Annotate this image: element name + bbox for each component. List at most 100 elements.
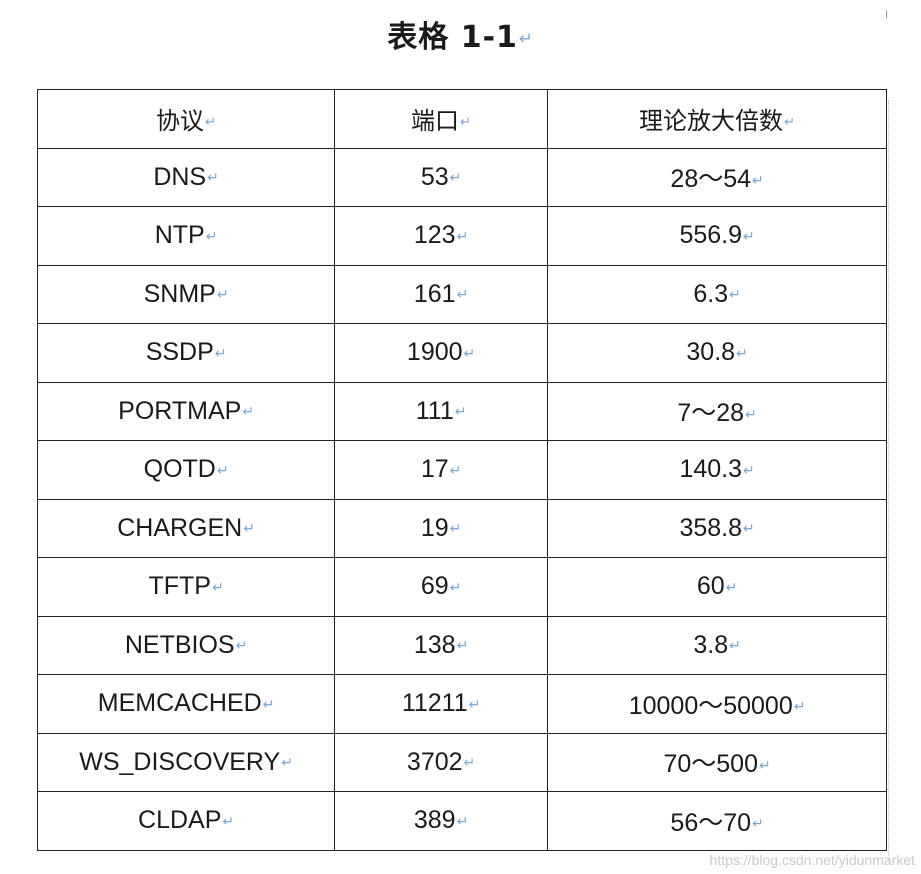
protocol-value: PORTMAP — [118, 396, 242, 425]
paragraph-mark-icon: ↵ — [456, 638, 469, 654]
paragraph-mark-icon: ↵ — [235, 638, 248, 654]
table-row: PORTMAP↵ 111↵ 7～28↵ — [37, 381, 887, 441]
paragraph-mark-icon: ↵ — [793, 699, 806, 715]
amplification-value: 556.9 — [679, 221, 743, 250]
table-row: TFTP↵ 69↵ 60↵ — [37, 557, 887, 617]
paragraph-mark-icon: ↵ — [743, 462, 755, 478]
protocol-value: CHARGEN — [117, 513, 243, 542]
table-row: MEMCACHED↵ 11211↵ 10000～50000↵ — [37, 674, 887, 734]
cell-protocol: NETBIOS↵ — [37, 615, 335, 675]
port-value: 389 — [413, 806, 456, 835]
port-value: 161 — [413, 279, 456, 308]
table-row: DNS↵ 53↵ 28～54↵ — [37, 147, 887, 207]
paragraph-mark-icon: ↵ — [456, 287, 469, 303]
port-value: 53 — [420, 162, 449, 191]
cell-protocol: MEMCACHED↵ — [37, 674, 335, 734]
paragraph-mark-icon: ↵ — [752, 172, 764, 188]
paragraph-mark-icon: ↵ — [449, 462, 462, 478]
table-row: QOTD↵ 17↵ 140.3↵ — [37, 440, 887, 500]
port-value: 138 — [413, 630, 456, 659]
paragraph-mark-icon: ↵ — [783, 114, 796, 130]
protocol-value: NTP — [154, 221, 205, 250]
amplification-value: 28～54 — [670, 165, 752, 194]
paragraph-mark-icon: ↵ — [459, 114, 472, 130]
protocol-value: TFTP — [148, 572, 211, 601]
protocol-value: DNS — [153, 162, 207, 191]
amplification-value: 3.8 — [693, 630, 729, 659]
cell-amplification: 28～54↵ — [547, 147, 887, 207]
cell-protocol: CLDAP↵ — [37, 791, 335, 851]
paragraph-mark-icon: ↵ — [281, 755, 293, 771]
cell-amplification: 30.8↵ — [547, 323, 887, 383]
cell-amplification: 6.3↵ — [547, 264, 887, 324]
port-value: 111 — [415, 396, 454, 425]
cell-amplification: 7～28↵ — [547, 381, 887, 441]
amplification-value: 10000～50000 — [628, 691, 793, 720]
paragraph-mark-icon: ↵ — [449, 521, 462, 537]
cell-amplification: 358.8↵ — [547, 498, 887, 558]
protocol-amplification-table: 协议↵ 端口↵ 理论放大倍数↵ DNS↵ 53↵ 28～54↵ NTP↵ 123↵ 556… — [37, 89, 887, 851]
cell-protocol: CHARGEN↵ — [37, 498, 335, 558]
port-value: 3702 — [406, 747, 463, 776]
amplification-value: 30.8 — [686, 338, 736, 367]
cell-port: 11211↵ — [334, 674, 548, 734]
protocol-value: WS_DISCOVERY — [79, 747, 281, 776]
cell-port: 389↵ — [334, 791, 548, 851]
paragraph-mark-icon: ↵ — [456, 813, 469, 829]
cell-port: 111↵ — [334, 381, 548, 441]
paragraph-mark-icon: ↵ — [745, 406, 757, 422]
cell-amplification: 3.8↵ — [547, 615, 887, 675]
cell-protocol: DNS↵ — [37, 147, 335, 207]
paragraph-mark-icon: ↵ — [214, 345, 227, 361]
paragraph-mark-icon: ↵ — [207, 170, 219, 186]
table-row: CLDAP↵ 389↵ 56～70↵ — [37, 791, 887, 851]
cell-protocol: PORTMAP↵ — [37, 381, 335, 441]
protocol-value: CLDAP — [138, 806, 222, 835]
cell-protocol: QOTD↵ — [37, 440, 335, 500]
header-port-label: 端口 — [410, 107, 459, 136]
paragraph-mark-icon: ↵ — [211, 579, 224, 595]
paragraph-mark-icon: ↵ — [468, 696, 481, 712]
paragraph-mark-icon: ↵ — [204, 114, 217, 130]
port-value: 123 — [413, 221, 456, 250]
margin-guide-line — [888, 100, 891, 860]
amplification-value: 56～70 — [670, 808, 752, 837]
amplification-value: 358.8 — [679, 513, 743, 542]
watermark: https://blog.csdn.net/yidunmarket — [709, 852, 915, 868]
paragraph-mark-icon: ↵ — [449, 170, 462, 186]
paragraph-mark-icon: ↵ — [216, 287, 229, 303]
cell-protocol: TFTP↵ — [37, 557, 335, 617]
cell-port: 69↵ — [334, 557, 548, 617]
table-row: SNMP↵ 161↵ 6.3↵ — [37, 264, 887, 324]
amplification-value: 6.3 — [693, 279, 729, 308]
paragraph-mark-icon: ↵ — [222, 813, 234, 829]
cell-amplification: 70～500↵ — [547, 732, 887, 792]
paragraph-mark-icon: ↵ — [752, 816, 764, 832]
cell-port: 138↵ — [334, 615, 548, 675]
table-row: CHARGEN↵ 19↵ 358.8↵ — [37, 498, 887, 558]
cell-amplification: 10000～50000↵ — [547, 674, 887, 734]
amplification-value: 140.3 — [679, 455, 743, 484]
table-header-row: 协议↵ 端口↵ 理论放大倍数↵ — [37, 89, 887, 149]
paragraph-mark-icon: ↵ — [725, 579, 738, 595]
paragraph-mark-icon: ↵ — [743, 521, 755, 537]
table-row: NTP↵ 123↵ 556.9↵ — [37, 206, 887, 266]
cell-amplification: 60↵ — [547, 557, 887, 617]
protocol-value: SNMP — [143, 279, 216, 308]
paragraph-mark-icon: ↵ — [456, 228, 469, 244]
cell-amplification: 56～70↵ — [547, 791, 887, 851]
cell-port: 19↵ — [334, 498, 548, 558]
table-row: WS_DISCOVERY↵ 3702↵ 70～500↵ — [37, 732, 887, 792]
header-amplification: 理论放大倍数↵ — [547, 89, 887, 149]
paragraph-mark-icon: ↵ — [449, 579, 462, 595]
amplification-value: 60 — [696, 572, 725, 601]
header-amplification-label: 理论放大倍数 — [638, 107, 783, 136]
table-row: NETBIOS↵ 138↵ 3.8↵ — [37, 615, 887, 675]
port-value: 17 — [420, 455, 449, 484]
protocol-value: NETBIOS — [124, 630, 235, 659]
cell-port: 161↵ — [334, 264, 548, 324]
cell-amplification: 556.9↵ — [547, 206, 887, 266]
table-title: 表格 1-1↵ — [0, 12, 921, 56]
cell-amplification: 140.3↵ — [547, 440, 887, 500]
cell-protocol: SSDP↵ — [37, 323, 335, 383]
